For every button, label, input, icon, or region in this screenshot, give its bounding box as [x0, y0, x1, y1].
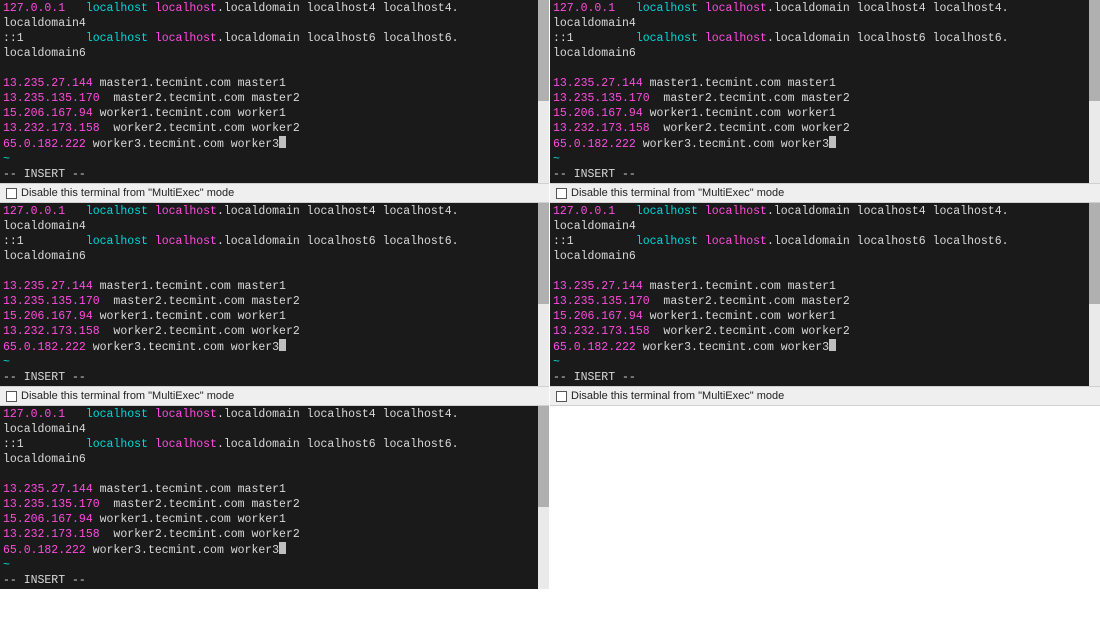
terminal-line: 127.0.0.1 localhost localhost.localdomai…	[553, 204, 1086, 219]
scrollbar[interactable]	[538, 203, 549, 386]
terminal-line	[3, 264, 535, 279]
terminal-line	[3, 61, 535, 76]
terminal-line: 13.232.173.158 worker2.tecmint.com worke…	[553, 324, 1086, 339]
terminal-line: 15.206.167.94 worker1.tecmint.com worker…	[3, 106, 535, 121]
terminal-line: localdomain4	[553, 219, 1086, 234]
terminal-line: 65.0.182.222 worker3.tecmint.com worker3	[553, 136, 1086, 152]
terminal-line: 65.0.182.222 worker3.tecmint.com worker3	[553, 339, 1086, 355]
terminal-line: 13.232.173.158 worker2.tecmint.com worke…	[553, 121, 1086, 136]
disable-multiexec-label[interactable]: Disable this terminal from "MultiExec" m…	[571, 187, 784, 199]
scrollbar-thumb[interactable]	[538, 406, 549, 507]
terminal-line: 13.235.135.170 master2.tecmint.com maste…	[553, 294, 1086, 309]
terminal-line: localdomain6	[3, 452, 535, 467]
terminal-line: 15.206.167.94 worker1.tecmint.com worker…	[553, 309, 1086, 324]
terminal-output[interactable]: 127.0.0.1 localhost localhost.localdomai…	[0, 406, 538, 589]
text-cursor	[829, 339, 836, 351]
terminal-line: ~	[553, 152, 1086, 167]
terminal-line: -- INSERT --	[553, 167, 1086, 182]
terminal-line: ::1 localhost localhost.localdomain loca…	[3, 234, 535, 249]
terminal-line: 65.0.182.222 worker3.tecmint.com worker3	[3, 542, 535, 558]
scrollbar-thumb[interactable]	[1089, 203, 1100, 304]
terminal-line: ~	[3, 152, 535, 167]
scrollbar-thumb[interactable]	[538, 0, 549, 101]
terminal-line: 13.235.27.144 master1.tecmint.com master…	[3, 279, 535, 294]
text-cursor	[279, 339, 286, 351]
terminal-line	[3, 467, 535, 482]
terminal-pane: 127.0.0.1 localhost localhost.localdomai…	[0, 0, 550, 203]
disable-multiexec-checkbox[interactable]	[6, 391, 17, 402]
terminal-line: 13.235.27.144 master1.tecmint.com master…	[3, 76, 535, 91]
terminal-line: 13.235.135.170 master2.tecmint.com maste…	[3, 91, 535, 106]
terminal-line: -- INSERT --	[3, 370, 535, 385]
terminal-line: 65.0.182.222 worker3.tecmint.com worker3	[3, 136, 535, 152]
terminal-toolbar: Disable this terminal from "MultiExec" m…	[550, 183, 1100, 203]
terminal-pane: 127.0.0.1 localhost localhost.localdomai…	[0, 406, 550, 606]
terminal-line: 13.235.27.144 master1.tecmint.com master…	[553, 279, 1086, 294]
terminal-line: localdomain6	[3, 249, 535, 264]
terminal-line	[553, 264, 1086, 279]
terminal-output[interactable]: 127.0.0.1 localhost localhost.localdomai…	[550, 0, 1089, 183]
terminal-pane	[550, 406, 1100, 606]
scrollbar[interactable]	[538, 406, 549, 589]
terminal-grid: 127.0.0.1 localhost localhost.localdomai…	[0, 0, 1100, 606]
terminal-line: localdomain4	[3, 219, 535, 234]
terminal-line: 13.235.135.170 master2.tecmint.com maste…	[3, 497, 535, 512]
terminal-line: 15.206.167.94 worker1.tecmint.com worker…	[3, 512, 535, 527]
disable-multiexec-checkbox[interactable]	[556, 188, 567, 199]
terminal-output[interactable]: 127.0.0.1 localhost localhost.localdomai…	[0, 0, 538, 183]
terminal-line: ::1 localhost localhost.localdomain loca…	[3, 31, 535, 46]
disable-multiexec-label[interactable]: Disable this terminal from "MultiExec" m…	[21, 390, 234, 402]
terminal-line: 15.206.167.94 worker1.tecmint.com worker…	[553, 106, 1086, 121]
terminal-line: 127.0.0.1 localhost localhost.localdomai…	[3, 204, 535, 219]
disable-multiexec-label[interactable]: Disable this terminal from "MultiExec" m…	[571, 390, 784, 402]
disable-multiexec-checkbox[interactable]	[6, 188, 17, 199]
terminal-line: localdomain6	[553, 249, 1086, 264]
terminal-output[interactable]: 127.0.0.1 localhost localhost.localdomai…	[550, 203, 1089, 386]
disable-multiexec-checkbox[interactable]	[556, 391, 567, 402]
scrollbar-thumb[interactable]	[1089, 0, 1100, 101]
terminal-line: localdomain4	[3, 422, 535, 437]
terminal-line: 13.235.27.144 master1.tecmint.com master…	[553, 76, 1086, 91]
terminal-line	[553, 61, 1086, 76]
terminal-output[interactable]: 127.0.0.1 localhost localhost.localdomai…	[0, 203, 538, 386]
terminal-toolbar: Disable this terminal from "MultiExec" m…	[550, 386, 1100, 406]
terminal-line: ::1 localhost localhost.localdomain loca…	[3, 437, 535, 452]
scrollbar[interactable]	[538, 0, 549, 183]
terminal-line: 127.0.0.1 localhost localhost.localdomai…	[553, 1, 1086, 16]
text-cursor	[829, 136, 836, 148]
terminal-pane: 127.0.0.1 localhost localhost.localdomai…	[550, 0, 1100, 203]
terminal-line: 127.0.0.1 localhost localhost.localdomai…	[3, 407, 535, 422]
terminal-line: 13.232.173.158 worker2.tecmint.com worke…	[3, 324, 535, 339]
disable-multiexec-label[interactable]: Disable this terminal from "MultiExec" m…	[21, 187, 234, 199]
terminal-line: 13.235.135.170 master2.tecmint.com maste…	[553, 91, 1086, 106]
terminal-line: 65.0.182.222 worker3.tecmint.com worker3	[3, 339, 535, 355]
scrollbar-thumb[interactable]	[538, 203, 549, 304]
terminal-line: -- INSERT --	[3, 573, 535, 588]
terminal-line: -- INSERT --	[553, 370, 1086, 385]
scrollbar[interactable]	[1089, 0, 1100, 183]
terminal-line: localdomain6	[3, 46, 535, 61]
terminal-line: 127.0.0.1 localhost localhost.localdomai…	[3, 1, 535, 16]
terminal-line: ::1 localhost localhost.localdomain loca…	[553, 234, 1086, 249]
terminal-pane: 127.0.0.1 localhost localhost.localdomai…	[0, 203, 550, 406]
terminal-line: 13.232.173.158 worker2.tecmint.com worke…	[3, 121, 535, 136]
terminal-pane: 127.0.0.1 localhost localhost.localdomai…	[550, 203, 1100, 406]
terminal-toolbar: Disable this terminal from "MultiExec" m…	[0, 183, 549, 203]
terminal-line: 15.206.167.94 worker1.tecmint.com worker…	[3, 309, 535, 324]
terminal-line: 13.235.27.144 master1.tecmint.com master…	[3, 482, 535, 497]
terminal-line: ~	[3, 558, 535, 573]
terminal-toolbar: Disable this terminal from "MultiExec" m…	[0, 386, 549, 406]
terminal-line: ~	[553, 355, 1086, 370]
terminal-line: localdomain6	[553, 46, 1086, 61]
terminal-line: localdomain4	[553, 16, 1086, 31]
terminal-line: ::1 localhost localhost.localdomain loca…	[553, 31, 1086, 46]
terminal-line: localdomain4	[3, 16, 535, 31]
scrollbar[interactable]	[1089, 203, 1100, 386]
terminal-line: 13.232.173.158 worker2.tecmint.com worke…	[3, 527, 535, 542]
text-cursor	[279, 136, 286, 148]
terminal-line: 13.235.135.170 master2.tecmint.com maste…	[3, 294, 535, 309]
terminal-line: -- INSERT --	[3, 167, 535, 182]
text-cursor	[279, 542, 286, 554]
terminal-line: ~	[3, 355, 535, 370]
